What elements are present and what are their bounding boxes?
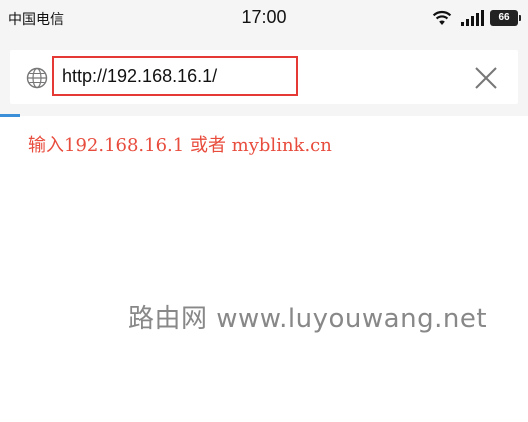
wifi-icon [432,10,452,25]
globe-icon [26,67,48,89]
url-input[interactable]: http://192.168.16.1/ [52,56,298,96]
status-icons: 66 [431,8,521,28]
instruction-text: 输入192.168.16.1 或者 myblink.cn [28,135,332,156]
signal-icon [459,10,484,26]
status-bar: 中国电信 17:00 66 [0,0,528,36]
address-bar[interactable]: http://192.168.16.1/ [10,50,518,104]
page-load-progress [0,114,20,117]
battery-icon: 66 [490,10,521,26]
browser-toolbar: http://192.168.16.1/ [0,36,528,116]
close-icon[interactable] [474,66,498,90]
watermark: 路由网 www.luyouwang.net [128,304,488,334]
